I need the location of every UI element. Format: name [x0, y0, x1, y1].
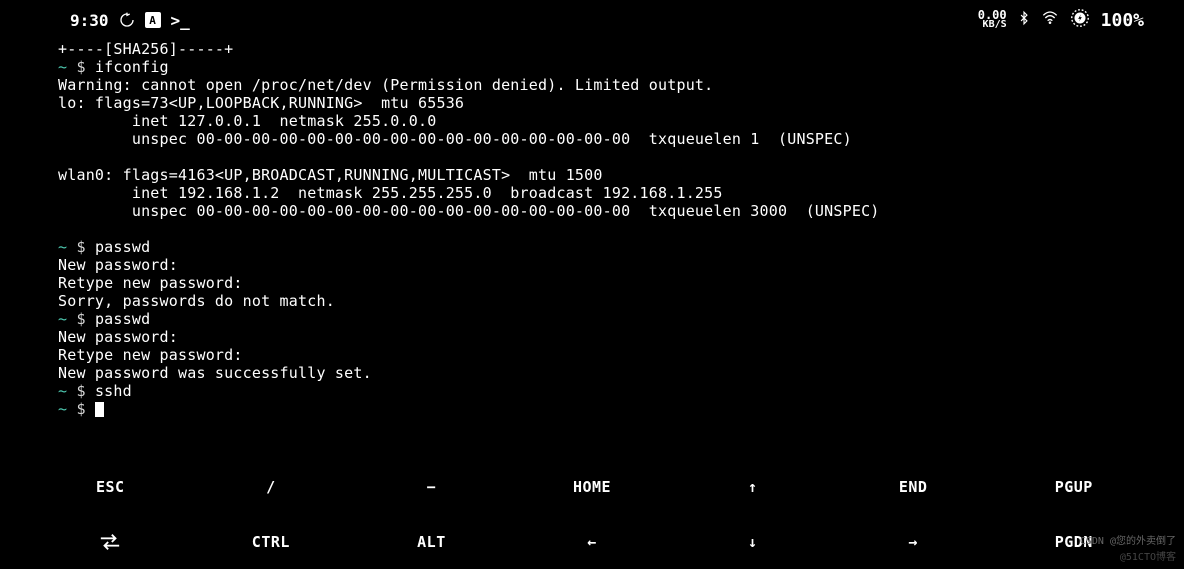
terminal-line: ~ $ sshd	[58, 382, 1184, 400]
key-end[interactable]: END	[833, 459, 994, 514]
key-row-1: ESC / − HOME ↑ END PGUP	[30, 459, 1154, 514]
terminal-prompt-icon: >_	[171, 11, 190, 30]
keyboard-indicator-icon: A	[145, 12, 161, 28]
terminal-line: New password:	[58, 328, 1184, 346]
watermark-51cto: @51CTO博客	[1120, 548, 1176, 563]
key-down[interactable]: ↓	[672, 514, 833, 569]
terminal-line: +----[SHA256]-----+	[58, 40, 1184, 58]
terminal-line: ~ $ passwd	[58, 310, 1184, 328]
terminal-line: unspec 00-00-00-00-00-00-00-00-00-00-00-…	[58, 202, 1184, 220]
terminal-line: ~ $ ifconfig	[58, 58, 1184, 76]
prompt-tilde: ~	[58, 238, 67, 256]
key-pgup[interactable]: PGUP	[993, 459, 1154, 514]
terminal-line: Warning: cannot open /proc/net/dev (Perm…	[58, 76, 1184, 94]
key-esc[interactable]: ESC	[30, 459, 191, 514]
terminal-line: Retype new password:	[58, 274, 1184, 292]
terminal-line: ~ $	[58, 400, 1184, 418]
key-row-2: CTRL ALT ← ↓ → PGDN	[30, 514, 1154, 569]
terminal-line: Retype new password:	[58, 346, 1184, 364]
key-left[interactable]: ←	[512, 514, 673, 569]
watermark-csdn: CSDN @您的外卖倒了	[1080, 532, 1176, 547]
key-dash[interactable]: −	[351, 459, 512, 514]
terminal-line: inet 192.168.1.2 netmask 255.255.255.0 b…	[58, 184, 1184, 202]
prompt-tilde: ~	[58, 382, 67, 400]
prompt-dollar: $	[67, 238, 95, 256]
terminal-line: Sorry, passwords do not match.	[58, 292, 1184, 310]
screen: 9:30 A >_ 0.00 KB/S 100% +----[SHA25	[0, 0, 1184, 569]
command-text: passwd	[95, 310, 150, 328]
prompt-dollar: $	[67, 310, 95, 328]
clock: 9:30	[70, 11, 109, 30]
prompt-dollar: $	[67, 382, 95, 400]
status-bar: 9:30 A >_ 0.00 KB/S 100%	[0, 0, 1184, 40]
command-text: ifconfig	[95, 58, 169, 76]
bluetooth-icon	[1017, 10, 1031, 30]
cursor	[95, 402, 104, 417]
terminal-line	[58, 148, 1184, 166]
wifi-icon	[1041, 10, 1059, 30]
key-tab[interactable]	[30, 514, 191, 569]
network-speed: 0.00 KB/S	[978, 10, 1007, 30]
prompt-tilde: ~	[58, 310, 67, 328]
terminal-line: inet 127.0.0.1 netmask 255.0.0.0	[58, 112, 1184, 130]
extra-key-rows: ESC / − HOME ↑ END PGUP CTRL ALT ← ↓ → P…	[0, 459, 1184, 569]
tab-icon	[99, 533, 121, 551]
battery-charging-icon	[1069, 7, 1091, 33]
terminal-line	[58, 220, 1184, 238]
key-up[interactable]: ↑	[672, 459, 833, 514]
terminal-output[interactable]: +----[SHA256]-----+~ $ ifconfigWarning: …	[0, 40, 1184, 459]
terminal-line: New password:	[58, 256, 1184, 274]
prompt-tilde: ~	[58, 400, 67, 418]
prompt-tilde: ~	[58, 58, 67, 76]
terminal-line: ~ $ passwd	[58, 238, 1184, 256]
terminal-line: New password was successfully set.	[58, 364, 1184, 382]
terminal-line: lo: flags=73<UP,LOOPBACK,RUNNING> mtu 65…	[58, 94, 1184, 112]
key-home[interactable]: HOME	[512, 459, 673, 514]
key-slash[interactable]: /	[191, 459, 352, 514]
battery-percent: 100%	[1101, 10, 1144, 31]
command-text: passwd	[95, 238, 150, 256]
prompt-dollar: $	[67, 58, 95, 76]
key-alt[interactable]: ALT	[351, 514, 512, 569]
sync-icon	[119, 12, 135, 28]
key-right[interactable]: →	[833, 514, 994, 569]
prompt-dollar: $	[67, 400, 95, 418]
status-bar-left: 9:30 A >_	[70, 11, 190, 30]
status-bar-right: 0.00 KB/S 100%	[978, 7, 1144, 33]
terminal-line: wlan0: flags=4163<UP,BROADCAST,RUNNING,M…	[58, 166, 1184, 184]
terminal-line: unspec 00-00-00-00-00-00-00-00-00-00-00-…	[58, 130, 1184, 148]
key-ctrl[interactable]: CTRL	[191, 514, 352, 569]
command-text: sshd	[95, 382, 132, 400]
